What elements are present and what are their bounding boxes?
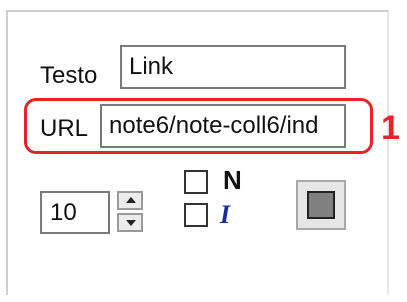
italic-checkbox[interactable] (184, 203, 208, 227)
url-highlight-box (24, 98, 373, 154)
caret-down-icon (126, 220, 136, 226)
text-field[interactable]: Link (120, 45, 346, 89)
bold-label: N (223, 165, 242, 195)
color-swatch (307, 191, 335, 219)
caret-up-icon (126, 197, 136, 203)
bold-checkbox[interactable] (184, 170, 208, 194)
stepper-up-button[interactable] (117, 191, 143, 210)
stepper-down-button[interactable] (117, 213, 143, 232)
italic-label: I (220, 200, 231, 229)
text-label: Testo (40, 62, 98, 89)
link-properties-screenshot: Testo Link URL note6/note-coll6/ind 1 10… (0, 0, 407, 302)
font-size-value[interactable]: 10 (40, 191, 110, 234)
font-size-stepper[interactable] (117, 191, 143, 233)
callout-number: 1 (381, 109, 400, 147)
color-picker-button[interactable] (296, 180, 346, 230)
